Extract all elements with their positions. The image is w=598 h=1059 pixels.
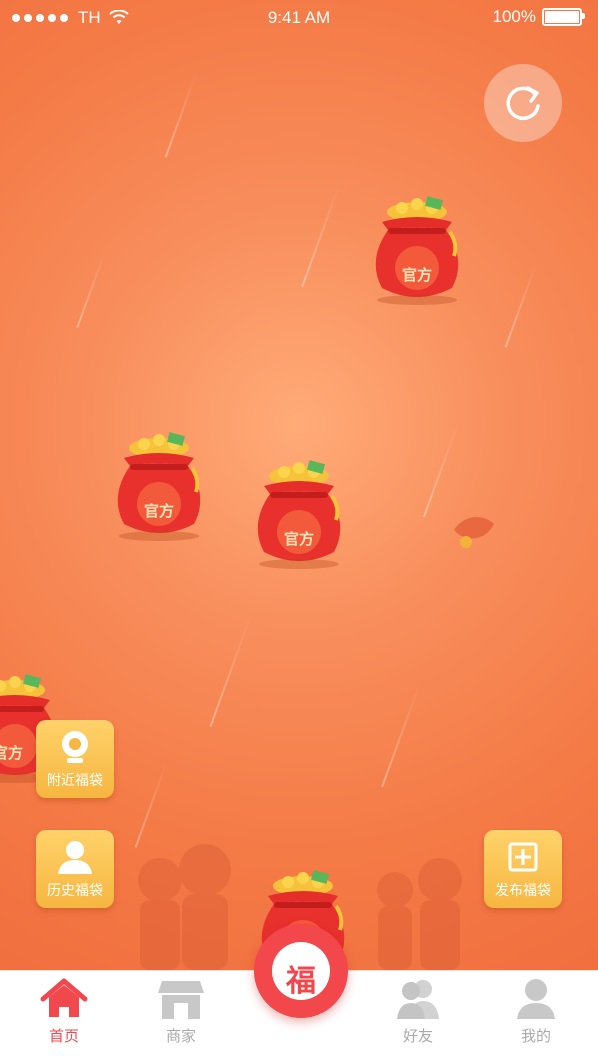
- tab-me[interactable]: 我的: [486, 971, 586, 1051]
- nearby-bags-label: 附近福袋: [47, 772, 103, 788]
- bag-label: 官方: [0, 745, 23, 762]
- plus-icon: [508, 842, 538, 872]
- tab-home[interactable]: 首页: [14, 971, 114, 1051]
- lucky-bag[interactable]: 官方: [104, 426, 214, 546]
- lucky-bag[interactable]: 官方: [244, 454, 354, 574]
- home-icon: [40, 978, 88, 1017]
- tab-friends[interactable]: 好友: [368, 971, 468, 1051]
- refresh-button[interactable]: [484, 64, 562, 142]
- friends-icon: [397, 980, 439, 1019]
- tab-friends-label: 好友: [402, 1028, 433, 1045]
- history-bags-button[interactable]: 历史福袋: [36, 830, 114, 908]
- publish-bag-button[interactable]: 发布福袋: [484, 830, 562, 908]
- refresh-icon: [506, 86, 540, 121]
- tab-home-label: 首页: [48, 1028, 79, 1045]
- rain-streak: [381, 682, 421, 788]
- tab-me-label: 我的: [520, 1028, 551, 1045]
- location-icon: [62, 731, 88, 763]
- fish-ornament-icon: [454, 517, 494, 548]
- tab-merchants[interactable]: 商家: [131, 971, 231, 1051]
- rain-streak: [76, 252, 106, 328]
- nearby-bags-button[interactable]: 附近福袋: [36, 720, 114, 798]
- lucky-bag-center-button[interactable]: 福: [254, 924, 348, 1018]
- status-bar: TH 9:41 AM 100%: [0, 0, 598, 36]
- rain-streak: [209, 613, 253, 727]
- battery-percent: 100%: [492, 7, 536, 26]
- rain-streak: [134, 762, 168, 848]
- bag-label: 官方: [283, 531, 314, 548]
- center-button-label: 福: [286, 964, 316, 999]
- user-icon: [58, 841, 92, 874]
- bag-label: 官方: [401, 267, 432, 284]
- user-icon: [517, 979, 555, 1019]
- rain-streak: [301, 182, 341, 288]
- rain-streak: [504, 262, 538, 348]
- lucky-bag[interactable]: 官方: [362, 190, 472, 310]
- bag-label: 官方: [143, 503, 174, 520]
- history-bags-label: 历史福袋: [47, 882, 103, 898]
- rain-streak: [164, 72, 198, 158]
- app-screen: TH 9:41 AM 100% 官方 官方 官方 官方 附近福袋 历史福袋 发布…: [0, 0, 598, 1058]
- shop-icon: [158, 981, 204, 1019]
- publish-bag-label: 发布福袋: [495, 882, 551, 898]
- tab-merchants-label: 商家: [165, 1028, 196, 1045]
- battery-icon: [542, 8, 585, 26]
- battery-status: 100%: [492, 7, 585, 27]
